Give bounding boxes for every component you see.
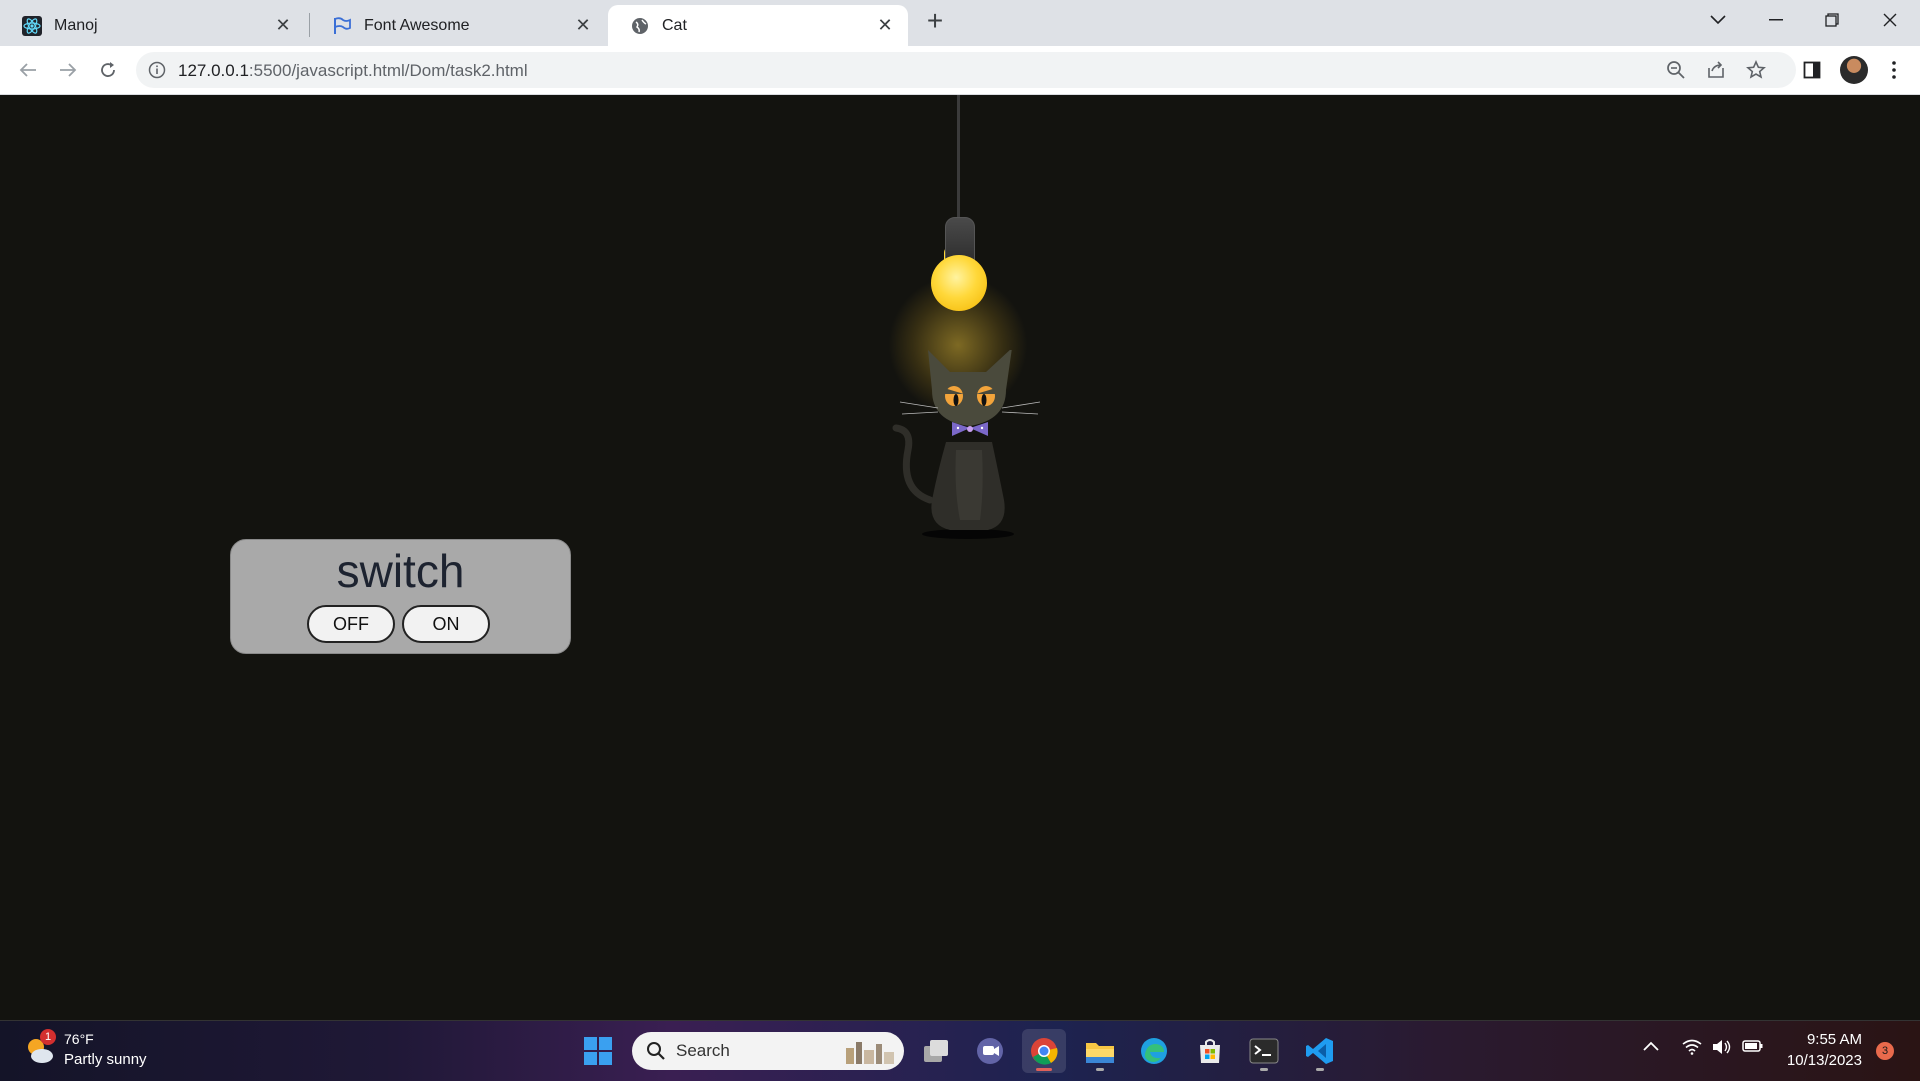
bookmark-star-icon[interactable]: [1746, 60, 1766, 85]
switch-panel: switch OFF ON: [230, 539, 571, 654]
chrome-app-icon[interactable]: [1022, 1029, 1066, 1073]
windows-taskbar: 1 76°F Partly sunny Search 9:55 AM 10/13…: [0, 1020, 1920, 1081]
notification-badge[interactable]: 3: [1876, 1042, 1894, 1060]
clock-date[interactable]: 10/13/2023: [1780, 1052, 1862, 1069]
url-path: :5500/javascript.html/Dom/task2.html: [248, 61, 528, 80]
volume-icon[interactable]: [1712, 1039, 1732, 1060]
weather-temperature[interactable]: 76°F: [64, 1031, 94, 1047]
window-close-icon[interactable]: [1862, 0, 1918, 40]
task-view-icon[interactable]: [914, 1029, 958, 1073]
address-bar[interactable]: 127.0.0.1:5500/javascript.html/Dom/task2…: [136, 52, 1796, 88]
tab-title: Font Awesome: [364, 16, 470, 34]
search-label: Search: [676, 1041, 730, 1060]
cat-illustration: [892, 350, 1040, 539]
switch-title: switch: [336, 545, 465, 597]
wifi-icon[interactable]: [1682, 1039, 1702, 1060]
search-icon: [646, 1041, 666, 1066]
active-indicator: [1036, 1068, 1052, 1071]
tab-strip: Manoj ✕ Font Awesome ✕ Cat ✕ +: [0, 0, 1920, 46]
globe-icon: [630, 16, 650, 36]
search-highlight-icon: [842, 1038, 898, 1069]
url-text[interactable]: 127.0.0.1:5500/javascript.html/Dom/task2…: [178, 61, 528, 81]
on-button[interactable]: ON: [402, 605, 490, 643]
browser-toolbar: 127.0.0.1:5500/javascript.html/Dom/task2…: [0, 46, 1920, 95]
close-icon[interactable]: ✕: [874, 15, 896, 36]
light-bulb: [931, 255, 987, 311]
lamp-cord: [957, 95, 960, 220]
zoom-icon[interactable]: [1666, 60, 1686, 85]
site-info-icon[interactable]: [148, 61, 166, 84]
share-icon[interactable]: [1706, 60, 1726, 85]
new-tab-button[interactable]: +: [920, 6, 950, 36]
vscode-icon[interactable]: [1298, 1029, 1342, 1073]
tab-manoj[interactable]: Manoj ✕: [0, 5, 306, 46]
url-host: 127.0.0.1: [178, 61, 249, 80]
restore-icon[interactable]: [1804, 0, 1860, 40]
start-button[interactable]: [576, 1029, 620, 1073]
flag-icon: [332, 16, 352, 36]
battery-icon[interactable]: [1742, 1039, 1764, 1058]
reload-icon[interactable]: [94, 56, 122, 84]
off-button[interactable]: OFF: [307, 605, 395, 643]
close-icon[interactable]: ✕: [572, 15, 594, 36]
taskbar-search[interactable]: Search: [632, 1032, 904, 1070]
file-explorer-icon[interactable]: [1078, 1029, 1122, 1073]
side-panel-icon[interactable]: [1800, 58, 1824, 82]
terminal-icon[interactable]: [1242, 1029, 1286, 1073]
close-icon[interactable]: ✕: [272, 15, 294, 36]
teams-chat-icon[interactable]: [968, 1029, 1012, 1073]
page-content: switch OFF ON: [0, 95, 1920, 1020]
tab-title: Manoj: [54, 16, 98, 34]
running-indicator: [1316, 1068, 1324, 1071]
react-icon: [22, 15, 42, 36]
running-indicator: [1096, 1068, 1104, 1071]
weather-badge: 1: [40, 1029, 56, 1045]
weather-description[interactable]: Partly sunny: [64, 1051, 147, 1068]
minimize-icon[interactable]: [1748, 0, 1804, 40]
tab-font-awesome[interactable]: Font Awesome ✕: [310, 5, 606, 46]
tab-title: Cat: [662, 16, 687, 34]
microsoft-store-icon[interactable]: [1188, 1029, 1232, 1073]
menu-dots-icon[interactable]: [1882, 58, 1906, 82]
tab-search-icon[interactable]: [1690, 0, 1746, 40]
back-icon[interactable]: [14, 56, 42, 84]
running-indicator: [1260, 1068, 1268, 1071]
edge-app-icon[interactable]: [1132, 1029, 1176, 1073]
forward-icon[interactable]: [54, 56, 82, 84]
profile-avatar[interactable]: [1840, 56, 1868, 84]
clock-time[interactable]: 9:55 AM: [1800, 1031, 1862, 1048]
tab-cat[interactable]: Cat ✕: [608, 5, 908, 46]
show-hidden-icons-icon[interactable]: [1642, 1039, 1660, 1057]
